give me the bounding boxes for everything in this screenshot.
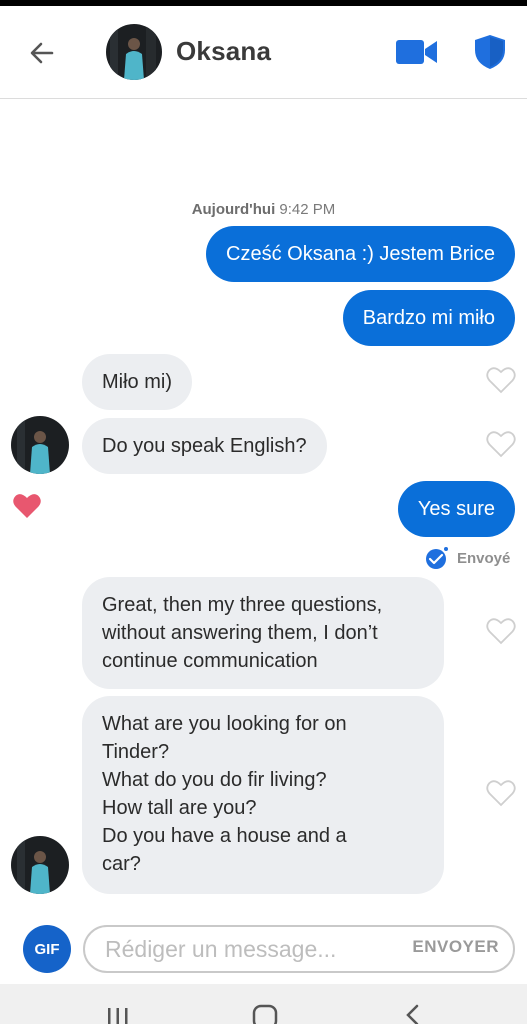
message-text: Great, then my three questions, without …	[102, 594, 383, 672]
like-heart-icon[interactable]	[486, 366, 516, 394]
safety-button[interactable]	[474, 34, 506, 75]
like-heart-icon[interactable]	[486, 430, 516, 458]
shield-icon	[475, 35, 505, 69]
home-icon[interactable]	[252, 1004, 278, 1024]
message-bubble-incoming[interactable]: What are you looking for on Tinder? What…	[82, 696, 444, 894]
timestamp-time: 9:42 PM	[279, 201, 336, 218]
video-camera-icon	[396, 40, 437, 64]
timestamp-day: Aujourd'hui	[191, 201, 276, 218]
message-line: What do you do fir living?	[102, 769, 327, 791]
sent-status: Envoyé	[425, 546, 510, 570]
message-input-box[interactable]: ENVOYER	[83, 925, 515, 973]
message-line: What are you looking for on	[102, 713, 347, 735]
system-navigation-bar	[0, 984, 527, 1024]
sent-status-label: Envoyé	[457, 549, 511, 567]
message-text: Yes sure	[417, 498, 495, 520]
like-heart-icon[interactable]	[486, 617, 516, 645]
message-bubble-incoming[interactable]: Miło mi)	[82, 354, 192, 410]
like-heart-icon[interactable]	[486, 779, 516, 807]
message-input[interactable]	[105, 933, 395, 965]
message-line: car?	[102, 853, 141, 875]
gif-button[interactable]: GIF	[23, 925, 71, 973]
message-text: Bardzo mi miło	[362, 307, 495, 329]
message-line: How tall are you?	[102, 797, 257, 819]
chat-timestamp: Aujourd'hui 9:42 PM	[0, 201, 527, 218]
contact-avatar-small[interactable]	[11, 836, 69, 894]
liked-heart-icon[interactable]	[12, 492, 42, 520]
message-bubble-incoming[interactable]: Do you speak English?	[82, 418, 327, 474]
message-bubble-incoming[interactable]: Great, then my three questions, without …	[82, 577, 444, 689]
sent-check-icon	[426, 547, 448, 569]
send-button[interactable]: ENVOYER	[412, 937, 499, 957]
message-composer: GIF ENVOYER	[0, 912, 527, 984]
message-bubble-outgoing[interactable]: Yes sure	[397, 481, 515, 537]
contact-name[interactable]: Oksana	[176, 36, 271, 67]
contact-avatar[interactable]	[106, 24, 162, 80]
message-bubble-outgoing[interactable]: Bardzo mi miło	[342, 290, 515, 346]
back-nav-icon[interactable]	[402, 1004, 422, 1024]
arrow-left-icon	[30, 42, 54, 64]
message-bubble-outgoing[interactable]: Cześć Oksana :) Jestem Brice	[206, 226, 515, 282]
chat-header: Oksana	[0, 6, 527, 99]
message-line: Do you have a house and a	[102, 825, 347, 847]
message-line: Tinder?	[102, 741, 170, 763]
message-text: Miło mi)	[102, 371, 172, 393]
recent-apps-icon[interactable]	[106, 1006, 130, 1024]
contact-avatar-small[interactable]	[11, 416, 69, 474]
message-text: Do you speak English?	[102, 435, 307, 457]
video-call-button[interactable]	[396, 38, 438, 71]
back-button[interactable]	[22, 33, 62, 73]
message-text: Cześć Oksana :) Jestem Brice	[226, 243, 495, 265]
